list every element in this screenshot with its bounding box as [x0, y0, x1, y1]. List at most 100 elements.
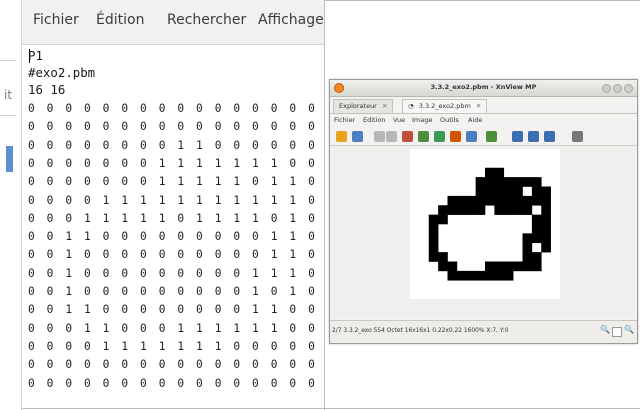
- image-pixel: [513, 186, 523, 197]
- image-pixel: [438, 205, 448, 215]
- refresh-icon[interactable]: [434, 131, 445, 142]
- undo-icon[interactable]: [374, 131, 385, 142]
- image-pixel: [541, 233, 551, 244]
- pbm-bit-row: 0 0 1 1 0 0 0 0 0 0 0 0 0 1 1 0: [28, 230, 318, 244]
- image-pixel: [522, 177, 533, 187]
- fit-icon[interactable]: [612, 327, 622, 337]
- pbm-bit-row: 0 0 0 0 0 0 0 0 0 0 0 0 0 0 0 0: [28, 102, 318, 115]
- menu-aide[interactable]: Aide: [468, 116, 482, 124]
- image-pixel: [466, 195, 476, 206]
- tab-explorateur[interactable]: Explorateur ✕: [333, 99, 394, 113]
- image-pixel: [494, 177, 505, 187]
- tab-image[interactable]: ◔ 3.3.2_exo2.pbm ✕: [402, 99, 488, 113]
- image-pixel: [503, 270, 514, 281]
- side-panel-selection[interactable]: [6, 146, 13, 172]
- folder-icon[interactable]: [336, 131, 347, 142]
- viewer-screenshot: 3.3.2_exo2.pbm - XnView MP Explorateur ✕…: [325, 0, 640, 410]
- image-pixel: [522, 233, 533, 244]
- menu-vue[interactable]: Vue: [393, 116, 405, 124]
- zoom-out-icon[interactable]: 🔍: [624, 325, 634, 334]
- editor-text-area[interactable]: P1 #exo2.pbm 16 16 0 0 0 0 0 0 0 0 0 0 0…: [24, 46, 324, 406]
- xnview-titlebar[interactable]: 3.3.2_exo2.pbm - XnView MP: [330, 80, 637, 97]
- zoom-in-icon[interactable]: 🔍: [600, 325, 610, 334]
- xnview-title: 3.3.2_exo2.pbm - XnView MP: [430, 83, 537, 91]
- color-icon[interactable]: [450, 131, 461, 142]
- menu-image[interactable]: Image: [412, 116, 432, 124]
- menu-fichier[interactable]: Fichier: [33, 12, 79, 28]
- pbm-magic-line: P1: [28, 48, 43, 63]
- view-icon[interactable]: [486, 131, 497, 142]
- image-pixel: [541, 242, 551, 253]
- image-pixel: [541, 224, 551, 234]
- redo-icon[interactable]: [386, 131, 397, 142]
- more-icon[interactable]: [572, 131, 583, 142]
- side-panel-text: it: [4, 88, 13, 102]
- image-pixel: [531, 214, 542, 225]
- image-pixel: [475, 186, 486, 197]
- monitor-icon[interactable]: [466, 131, 477, 142]
- close-icon[interactable]: ✕: [476, 102, 481, 110]
- menu-outils[interactable]: Outils: [440, 116, 459, 124]
- image-pixel: [494, 205, 505, 215]
- side-panel-strip: it: [0, 0, 22, 410]
- pbm-bit-row: 0 0 0 0 0 0 0 1 1 1 1 1 1 1 0 0: [28, 156, 318, 170]
- image-pixel: [522, 261, 533, 272]
- zoom-out-icon[interactable]: [544, 131, 555, 142]
- text-editor-window: it Fichier Édition Rechercher Affichage …: [0, 0, 324, 410]
- image-pixel: [447, 270, 458, 281]
- menu-edition[interactable]: Edition: [363, 116, 386, 124]
- pbm-bit-row: 0 0 0 0 1 1 1 1 1 1 1 1 1 1 1 0: [28, 193, 318, 207]
- pbm-size-line: 16 16: [28, 82, 66, 97]
- pbm-bit-row: 0 0 0 0 0 0 0 0 0 0 0 0 0 0 0 0: [28, 120, 318, 134]
- pbm-bit-row: 0 0 1 0 0 0 0 0 0 0 0 0 1 0 1 0: [28, 285, 318, 298]
- image-pixel: [456, 270, 467, 281]
- menu-fichier[interactable]: Fichier: [334, 116, 355, 124]
- pbm-bit-row: 0 0 1 0 0 0 0 0 0 0 0 0 0 1 1 0: [28, 248, 318, 262]
- image-pixel: [475, 205, 486, 215]
- image-pixel: [494, 167, 505, 178]
- image-pixel: [503, 205, 514, 215]
- image-icon[interactable]: [418, 131, 429, 142]
- image-pixel: [466, 205, 476, 215]
- image-pixel: [503, 195, 514, 206]
- tab-label: Explorateur: [339, 102, 377, 110]
- save-icon[interactable]: [352, 131, 363, 142]
- zoom-in-icon[interactable]: [512, 131, 523, 142]
- image-pixel: [456, 205, 467, 215]
- zoom-fit-icon[interactable]: [528, 131, 539, 142]
- maximize-icon[interactable]: [613, 84, 622, 93]
- pbm-bit-row: 0 0 0 0 0 0 0 0 0 0 0 0 0 0 0 0: [28, 376, 318, 390]
- image-pixel: [531, 195, 542, 206]
- image-pixel: [485, 261, 495, 272]
- panel-separator: [21, 0, 22, 410]
- minimize-icon[interactable]: [602, 84, 611, 93]
- image-pixel: [503, 186, 514, 197]
- menu-affichage[interactable]: Affichage: [258, 12, 324, 28]
- xnview-toolbar: [330, 128, 637, 146]
- image-pixel: [503, 261, 514, 272]
- image-view[interactable]: [331, 146, 636, 318]
- pbm-bit-row: 0 0 0 0 0 0 0 0 0 0 0 0 0 0 0 0: [28, 358, 318, 372]
- menu-rechercher[interactable]: Rechercher: [167, 12, 246, 28]
- image-pixel: [503, 177, 514, 187]
- image-pixel: [494, 261, 505, 272]
- menu-edition[interactable]: Édition: [96, 12, 144, 28]
- editor-screenshot: it Fichier Édition Rechercher Affichage …: [0, 0, 325, 410]
- editor-menubar: Fichier Édition Rechercher Affichage: [22, 0, 324, 45]
- image-pixel: [447, 261, 458, 272]
- side-divider: [0, 115, 16, 116]
- image-pixel: [541, 214, 551, 225]
- image-pixel: [438, 261, 448, 272]
- gallery-icon[interactable]: [402, 131, 413, 142]
- image-pixel: [513, 177, 523, 187]
- xnview-statusbar: 2/7 3.3.2_exo 554 Octet 16x16x1 0.22x0.2…: [330, 320, 637, 343]
- image-tab-icon: ◔: [408, 102, 414, 110]
- image-pixel: [428, 224, 439, 234]
- close-icon[interactable]: ✕: [382, 102, 387, 110]
- image-pixel: [541, 186, 551, 197]
- image-pixel: [522, 205, 533, 215]
- image-pixel: [485, 177, 495, 187]
- pbm-bit-row: 0 0 0 0 0 0 0 0 1 1 0 0 0 0 0 0: [28, 138, 318, 152]
- image-pixel: [494, 270, 505, 281]
- close-icon[interactable]: [624, 84, 633, 93]
